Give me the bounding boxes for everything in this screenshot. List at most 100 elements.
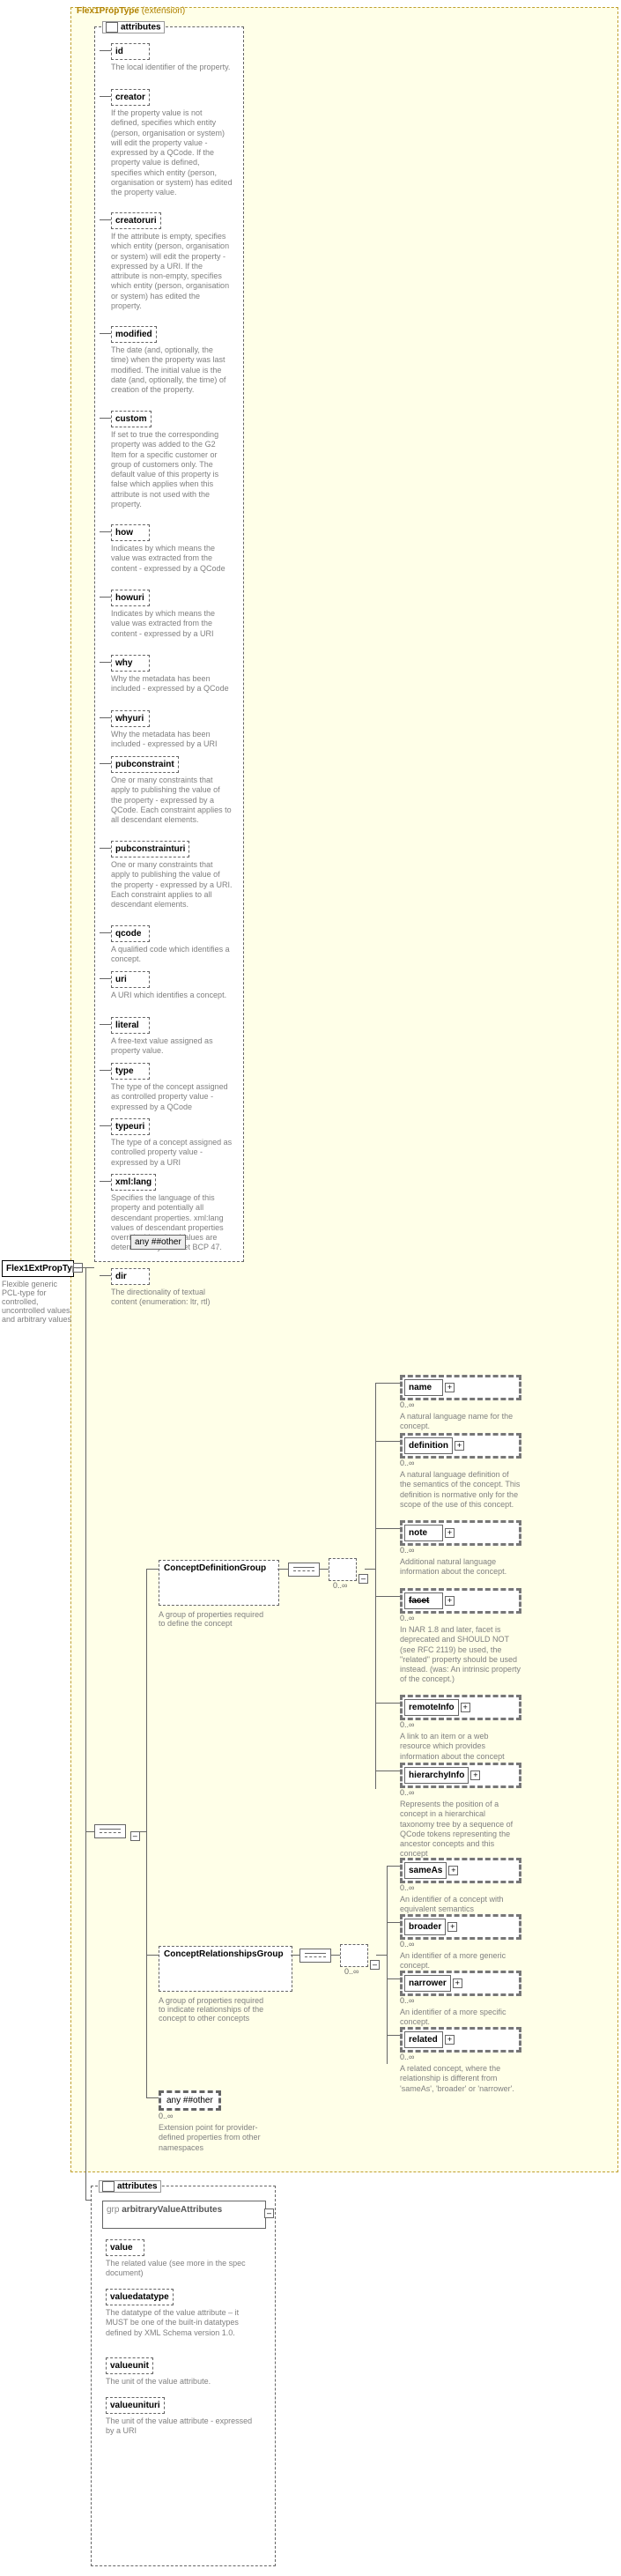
any-other-attr[interactable]: any ##other — [130, 1235, 186, 1250]
attr-qcode[interactable]: qcode — [111, 925, 150, 942]
connector — [387, 1922, 400, 1923]
child-remoteInfo[interactable]: remoteInfo — [404, 1699, 459, 1716]
attr-desc: Why the metadata has been included - exp… — [111, 730, 233, 750]
attr-type[interactable]: type — [111, 1063, 150, 1080]
expand-icon[interactable]: + — [455, 1441, 464, 1451]
any-other-card: 0..∞ — [159, 2112, 280, 2120]
expand-icon[interactable]: + — [445, 1383, 455, 1392]
attr-uri[interactable]: uri — [111, 971, 150, 988]
attr-node: valueunitThe unit of the value attribute… — [106, 2357, 211, 2387]
child-name[interactable]: name — [404, 1379, 443, 1396]
child-related[interactable]: related — [404, 2031, 443, 2048]
child-sameAs[interactable]: sameAs — [404, 1862, 447, 1879]
connector — [387, 2035, 400, 2036]
attr-pubconstrainturi[interactable]: pubconstrainturi — [111, 841, 189, 857]
attr-valueunituri[interactable]: valueunituri — [106, 2397, 165, 2414]
attr-how[interactable]: how — [111, 524, 150, 541]
connector — [100, 978, 111, 979]
attr-node: id The local identifier of the property. — [111, 43, 230, 72]
attr-typeuri[interactable]: typeuri — [111, 1118, 150, 1135]
attr-desc: The type of the concept assigned as cont… — [111, 1082, 233, 1112]
expand-icon[interactable]: + — [445, 1596, 455, 1606]
sequence-icon[interactable] — [94, 1824, 126, 1838]
child-broader[interactable]: broader — [404, 1919, 446, 1935]
attr-node: valueunituriThe unit of the value attrib… — [106, 2397, 255, 2437]
child-node: remoteInfo+0..∞A link to an item or a we… — [400, 1695, 521, 1762]
attr-node: valuedatatypeThe datatype of the value a… — [106, 2289, 255, 2338]
attr-modified[interactable]: modified — [111, 326, 157, 343]
connector — [146, 2097, 159, 2098]
connector — [100, 531, 111, 532]
attr-howuri[interactable]: howuri — [111, 590, 150, 606]
attr-xml:lang[interactable]: xml:lang — [111, 1174, 156, 1191]
child-desc: Represents the position of a concept in … — [400, 1800, 521, 1860]
attr-desc: Indicates by which means the value was e… — [111, 609, 233, 639]
attr-literal[interactable]: literal — [111, 1017, 150, 1034]
concept-def-group-box[interactable]: ConceptDefinitionGroup — [159, 1560, 279, 1606]
concept-rel-group-label: ConceptRelationshipsGroup — [159, 1947, 292, 1962]
attr-pubconstraint[interactable]: pubconstraint — [111, 756, 179, 773]
attr-custom[interactable]: custom — [111, 411, 152, 427]
expand-icon[interactable]: + — [445, 2035, 455, 2045]
expand-icon[interactable]: + — [447, 1922, 457, 1932]
choice-node: – — [329, 1558, 368, 1584]
cardinality: 0..∞ — [344, 1967, 359, 1976]
sequence-node — [288, 1563, 320, 1579]
expand-icon[interactable]: – — [359, 1574, 368, 1584]
attr-desc: A free-text value assigned as property v… — [111, 1036, 233, 1057]
attr-node: whyWhy the metadata has been included - … — [111, 655, 233, 694]
attr-creator[interactable]: creator — [111, 89, 150, 106]
connector — [375, 1384, 376, 1789]
child-hierarchyInfo[interactable]: hierarchyInfo — [404, 1767, 469, 1784]
connector — [387, 1866, 400, 1867]
attr-node: qcode A qualified code which identifies a… — [111, 925, 233, 965]
connector — [85, 2200, 91, 2201]
connector — [277, 1569, 288, 1570]
attr-why[interactable]: why — [111, 655, 150, 672]
sequence-icon[interactable] — [299, 1949, 331, 1963]
choice-icon[interactable] — [340, 1944, 368, 1967]
attr-dir[interactable]: dir — [111, 1268, 150, 1285]
expand-icon[interactable]: – — [264, 2209, 274, 2218]
attr-value[interactable]: value — [106, 2239, 144, 2256]
attr-node: modified The date (and, optionally, the t… — [111, 326, 233, 395]
attr-valueunit[interactable]: valueunit — [106, 2357, 153, 2374]
connector — [387, 1978, 400, 1979]
extension-suffix: (extension) — [139, 6, 185, 16]
any-other-box[interactable]: any ##other — [159, 2090, 221, 2111]
root-rect[interactable]: Flex1ExtPropType — [2, 1260, 74, 1277]
choice-icon[interactable] — [329, 1558, 357, 1581]
expand-icon[interactable]: + — [445, 1528, 455, 1538]
child-node: hierarchyInfo+0..∞Represents the positio… — [400, 1763, 521, 1860]
child-desc: A related concept, where the relationshi… — [400, 2064, 521, 2094]
child-narrower[interactable]: narrower — [404, 1975, 451, 1992]
attr-icon — [102, 2181, 115, 2192]
connector — [74, 1267, 94, 1268]
attr-desc: A qualified code which identifies a conc… — [111, 945, 233, 965]
child-facet[interactable]: facet — [404, 1592, 443, 1609]
attr-desc: The local identifier of the property. — [111, 63, 230, 72]
concept-rel-group-box[interactable]: ConceptRelationshipsGroup — [159, 1946, 292, 1992]
arbitrary-value-group[interactable]: grp arbitraryValueAttributes – — [102, 2201, 266, 2229]
attr-node: uriA URI which identifies a concept. — [111, 971, 226, 1000]
sequence-icon[interactable] — [288, 1563, 320, 1577]
attr-desc: The date (and, optionally, the time) whe… — [111, 345, 233, 395]
expand-icon[interactable]: + — [461, 1703, 470, 1712]
child-note[interactable]: note — [404, 1525, 443, 1541]
attr-whyuri[interactable]: whyuri — [111, 710, 150, 727]
child-definition[interactable]: definition — [404, 1437, 453, 1454]
attr-creatoruri[interactable]: creatoruri — [111, 212, 161, 229]
connector — [100, 662, 111, 663]
attr-valuedatatype[interactable]: valuedatatype — [106, 2289, 174, 2305]
child-desc: A natural language name for the concept. — [400, 1412, 521, 1432]
connector — [100, 219, 111, 220]
attr-id[interactable]: id — [111, 43, 150, 60]
expand-icon[interactable]: + — [453, 1978, 462, 1988]
expand-icon[interactable]: – — [370, 1960, 380, 1970]
child-desc: Additional natural language information … — [400, 1557, 521, 1578]
root-label: Flex1ExtPropType — [6, 1264, 83, 1273]
expand-icon[interactable]: + — [448, 1866, 458, 1875]
expand-icon[interactable]: – — [130, 1831, 140, 1841]
expand-icon[interactable]: + — [470, 1771, 480, 1780]
grp-name: arbitraryValueAttributes — [122, 2205, 222, 2215]
